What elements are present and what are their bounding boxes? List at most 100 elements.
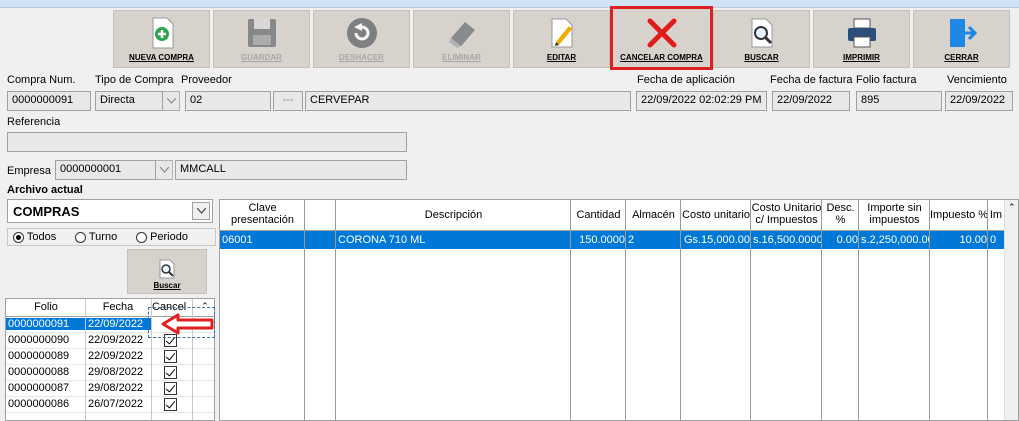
cancel-checkbox[interactable]: [164, 382, 177, 398]
proveedor-label: Proveedor: [181, 74, 232, 86]
folio-cell: 0000000091: [6, 318, 85, 330]
detail-cell: 150.0000: [579, 234, 625, 246]
undo-icon: [345, 16, 379, 50]
table-row[interactable]: 0000000089 22/09/2022: [6, 349, 214, 365]
detail-header: Clave presentación Descripción Cantidad Alm…: [220, 200, 1018, 231]
proveedor-code-field[interactable]: 02: [185, 91, 271, 111]
scroll-up-icon[interactable]: ⌃: [1008, 202, 1016, 213]
detail-header-cell[interactable]: Im: [988, 209, 1004, 221]
table-row[interactable]: 0000000086 26/07/2022: [6, 397, 214, 413]
empresa-code-select[interactable]: 0000000001: [55, 160, 156, 180]
detail-cell: Gs.15,000.00: [683, 234, 750, 246]
edit-pencil-icon: [545, 16, 579, 50]
fecha-cell: 22/09/2022: [88, 334, 144, 346]
fecha-cell: 22/09/2022: [88, 350, 144, 362]
vencimiento-field[interactable]: 22/09/2022: [945, 91, 1013, 111]
fecha-cell: 22/09/2022: [86, 318, 151, 330]
cancelar-compra-label: CANCELAR COMPRA: [620, 53, 703, 62]
chevron-down-icon: [159, 167, 169, 173]
fecha-aplicacion-field[interactable]: 22/09/2022 02:02:29 PM: [636, 91, 767, 111]
folio-cell: 0000000090: [8, 334, 70, 346]
cerrar-label: CERRAR: [944, 53, 979, 62]
detail-header-cell[interactable]: Almacén: [626, 209, 681, 221]
fecha-aplicacion-label: Fecha de aplicación: [637, 74, 735, 86]
detail-header-cell[interactable]: Clave presentación: [220, 202, 305, 226]
vencimiento-label: Vencimiento: [947, 74, 1007, 86]
detail-header-cell[interactable]: Costo unitario: [681, 209, 751, 221]
detail-header-cell[interactable]: Descripción: [336, 209, 571, 221]
radio-periodo[interactable]: Periodo: [136, 231, 188, 243]
detail-cell: s.2,250,000.00: [861, 234, 929, 246]
compra-num-field[interactable]: 0000000091: [7, 91, 91, 111]
proveedor-lookup-button[interactable]: ---: [273, 91, 303, 111]
cancel-checkbox[interactable]: [164, 366, 177, 382]
cancel-checkbox[interactable]: [164, 350, 177, 366]
empresa-label: Empresa: [7, 165, 52, 177]
detail-cell: 10.00: [959, 234, 987, 246]
archivo-actual-label: Archivo actual: [7, 184, 83, 196]
cerrar-button[interactable]: CERRAR: [913, 10, 1010, 68]
red-x-icon: [645, 16, 679, 50]
eliminar-label: ELIMINAR: [442, 53, 481, 62]
fecha-factura-field[interactable]: 22/09/2022: [772, 91, 850, 111]
detail-header-cell[interactable]: Costo Unitario c/ Impuestos: [751, 202, 822, 226]
imprimir-button[interactable]: IMPRIMIR: [813, 10, 910, 68]
detail-cell: CORONA 710 ML: [338, 234, 426, 246]
detail-cell: 0.00: [836, 234, 858, 246]
radio-todos[interactable]: Todos: [13, 231, 56, 243]
table-row[interactable]: 0000000088 29/08/2022: [6, 365, 214, 381]
folio-cell: 0000000089: [8, 350, 70, 362]
detail-header-cell[interactable]: Cantidad: [571, 209, 626, 221]
red-arrow-annotation-icon: [161, 313, 214, 335]
detail-scrollbar[interactable]: ⌃: [1004, 200, 1018, 420]
empresa-name-field[interactable]: MMCALL: [175, 160, 407, 180]
archivo-actual-value: COMPRAS: [13, 204, 80, 219]
folio-factura-field[interactable]: 895: [856, 91, 942, 111]
folio-cell: 0000000088: [8, 366, 70, 378]
empresa-dropdown[interactable]: [156, 160, 173, 180]
header-fecha[interactable]: Fecha: [86, 301, 150, 313]
detail-header-cell[interactable]: Importe sin impuestos: [859, 202, 930, 226]
fecha-cell: 29/08/2022: [88, 366, 144, 378]
eraser-icon: [445, 16, 479, 50]
tipo-compra-select[interactable]: Directa: [95, 91, 163, 111]
magnifier-icon: [745, 16, 779, 50]
printer-icon: [845, 16, 879, 50]
deshacer-button[interactable]: DESHACER: [313, 10, 410, 68]
detail-cell: 06001: [222, 234, 253, 246]
compra-num-label: Compra Num.: [7, 74, 76, 86]
tipo-compra-dropdown[interactable]: [163, 91, 180, 111]
deshacer-label: DESHACER: [339, 53, 384, 62]
imprimir-label: IMPRIMIR: [843, 53, 880, 62]
detail-grid[interactable]: Clave presentación Descripción Cantidad Alm…: [219, 199, 1019, 421]
buscar-button[interactable]: BUSCAR: [713, 10, 810, 68]
cancelar-compra-button[interactable]: CANCELAR COMPRA: [610, 6, 713, 70]
guardar-button[interactable]: GUARDAR: [213, 10, 310, 68]
folio-factura-label: Folio factura: [856, 74, 917, 86]
tipo-compra-label: Tipo de Compra: [95, 74, 174, 86]
cancel-checkbox[interactable]: [164, 398, 177, 414]
proveedor-name-field[interactable]: CERVEPAR: [305, 91, 631, 111]
detail-cell: 2: [628, 234, 635, 246]
buscar-list-button[interactable]: Buscar: [127, 249, 207, 294]
table-row[interactable]: 0000000087 29/08/2022: [6, 381, 214, 397]
window-title-bar: [0, 0, 1019, 8]
chevron-down-icon: [166, 98, 176, 104]
detail-row[interactable]: 06001 CORONA 710 ML 150.0000 2 Gs.15,000.00 s…: [220, 231, 1005, 249]
eliminar-button[interactable]: ELIMINAR: [413, 10, 510, 68]
folio-cell: 0000000086: [8, 398, 70, 410]
radio-turno[interactable]: Turno: [75, 231, 117, 243]
archivo-dropdown[interactable]: [192, 202, 210, 220]
detail-header-cell[interactable]: Desc. %: [822, 202, 859, 226]
buscar-list-label: Buscar: [153, 281, 181, 290]
fecha-cell: 29/08/2022: [88, 382, 144, 394]
referencia-field[interactable]: [7, 132, 407, 152]
nueva-compra-button[interactable]: NUEVA COMPRA: [113, 10, 210, 68]
archivo-actual-select[interactable]: COMPRAS: [7, 199, 213, 223]
detail-header-cell[interactable]: Impuesto %: [930, 209, 988, 221]
nueva-compra-label: NUEVA COMPRA: [129, 53, 194, 62]
header-folio[interactable]: Folio: [6, 301, 86, 313]
editar-button[interactable]: EDITAR: [513, 10, 610, 68]
floppy-disk-icon: [245, 16, 279, 50]
chevron-down-icon: [196, 208, 206, 214]
